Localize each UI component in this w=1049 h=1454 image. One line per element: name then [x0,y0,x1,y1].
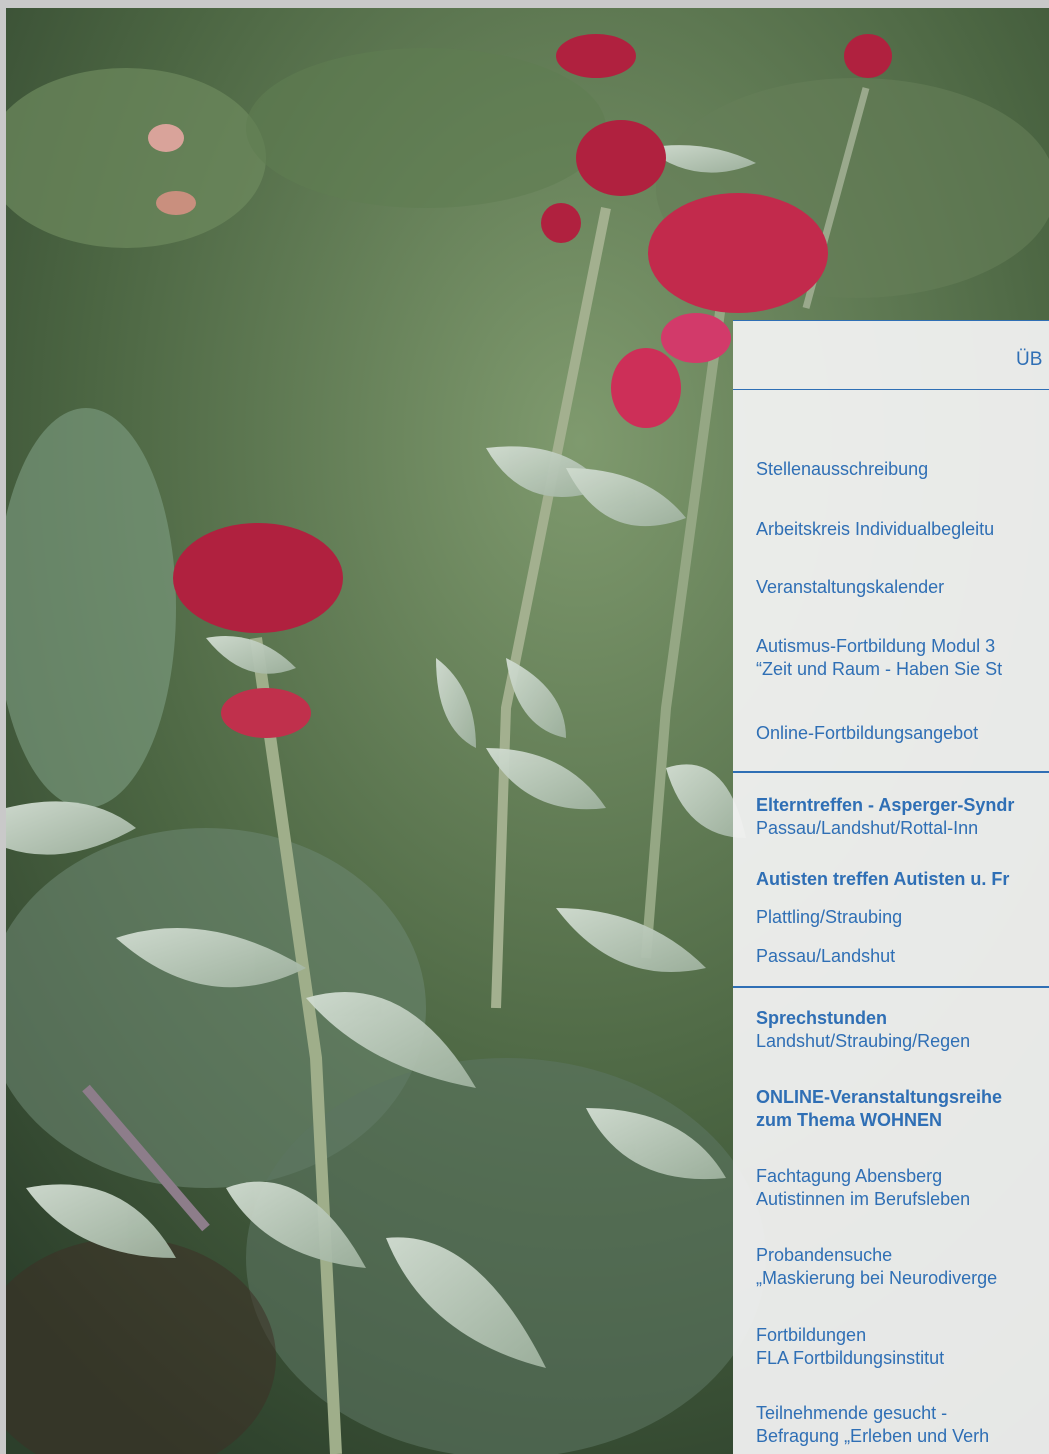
wohnen-line-1: ONLINE-Veranstaltungsreihe [756,1087,1003,1107]
link-passau-landshut[interactable]: Passau/Landshut [756,945,895,968]
link-autismus-fortbildung[interactable]: Autismus-Fortbildung Modul 3 “Zeit und R… [756,635,1002,681]
link-stellenausschreibung[interactable]: Stellenausschreibung [756,458,928,481]
elterntreffen-title: Elterntreffen - Asperger-Syndr [756,795,1015,815]
fortbildung-line-2: “Zeit und Raum - Haben Sie St [756,659,1003,679]
link-veranstaltungskalender[interactable]: Veranstaltungskalender [756,576,944,599]
sprechstunden-title: Sprechstunden [756,1008,888,1028]
wohnen-line-2: zum Thema WOHNEN [756,1110,943,1130]
teilnehmende-line-1: Teilnehmende gesucht - [756,1403,948,1423]
overview-header: ÜB [733,321,1049,390]
fla-line-1: Fortbildungen [756,1325,867,1345]
link-probandensuche[interactable]: Probandensuche „Maskierung bei Neurodive… [756,1244,997,1290]
elterntreffen-places: Passau/Landshut/Rottal-Inn [756,818,979,838]
fla-line-2: FLA Fortbildungsinstitut [756,1348,945,1368]
link-fla-fortbildungen[interactable]: Fortbildungen FLA Fortbildungsinstitut [756,1324,944,1370]
link-arbeitskreis[interactable]: Arbeitskreis Individualbegleitu [756,518,994,541]
link-online-fortbildung[interactable]: Online-Fortbildungsangebot [756,722,978,745]
link-plattling-straubing[interactable]: Plattling/Straubing [756,906,902,929]
document-page: ÜB Stellenausschreibung Arbeitskreis Ind… [0,0,1049,1454]
proband-line-1: Probandensuche [756,1245,893,1265]
link-online-wohnen[interactable]: ONLINE-Veranstaltungsreihe zum Thema WOH… [756,1086,1002,1132]
menu-section-3: Sprechstunden Landshut/Straubing/Regen O… [733,986,1049,1454]
menu-section-2: Elterntreffen - Asperger-Syndr Passau/La… [733,771,1049,988]
fachtagung-line-1: Fachtagung Abensberg [756,1166,943,1186]
link-elterntreffen[interactable]: Elterntreffen - Asperger-Syndr Passau/La… [756,794,1014,840]
teilnehmende-line-2: Befragung „Erleben und Verh [756,1426,990,1446]
proband-line-2: „Maskierung bei Neurodiverge [756,1268,998,1288]
link-teilnehmende-gesucht[interactable]: Teilnehmende gesucht - Befragung „Erlebe… [756,1402,989,1448]
overview-title: ÜB [1016,349,1043,370]
fachtagung-line-2: Autistinnen im Berufsleben [756,1189,971,1209]
link-fachtagung-abensberg[interactable]: Fachtagung Abensberg Autistinnen im Beru… [756,1165,970,1211]
link-sprechstunden[interactable]: Sprechstunden Landshut/Straubing/Regen [756,1007,970,1053]
fortbildung-line-1: Autismus-Fortbildung Modul 3 [756,636,996,656]
link-autisten-treffen[interactable]: Autisten treffen Autisten u. Fr [756,868,1009,891]
overview-menu-panel: ÜB Stellenausschreibung Arbeitskreis Ind… [733,320,1049,1454]
sprechstunden-places: Landshut/Straubing/Regen [756,1031,971,1051]
